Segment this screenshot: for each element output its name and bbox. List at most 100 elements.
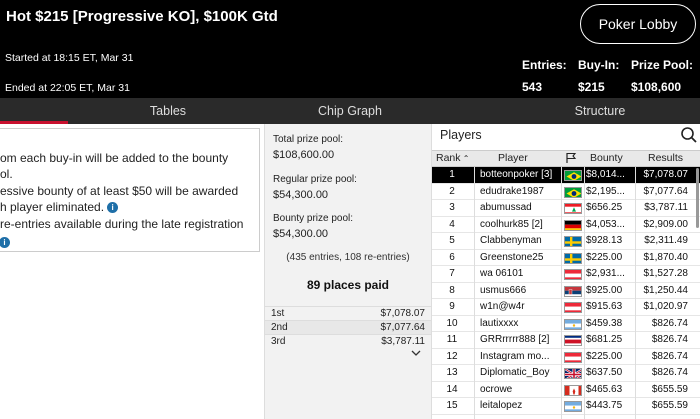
players-scrollbar[interactable] (696, 168, 699, 228)
tab-chip-graph[interactable]: Chip Graph (268, 98, 432, 124)
player-row[interactable]: 10 lautixxxx $459.38 $826.74 (432, 315, 700, 332)
player-name: w1n@w4r (480, 301, 525, 312)
prizepool-value: $108,600 (631, 80, 682, 94)
info-line-1: om each buy-in will be added to the boun… (0, 151, 229, 165)
poker-lobby-button[interactable]: Poker Lobby (580, 4, 696, 44)
places-paid: 89 places paid (306, 278, 390, 292)
payout-amount: $3,787.11 (381, 336, 425, 347)
player-name: Diplomatic_Boy (480, 367, 550, 378)
player-row[interactable]: 15 leitalopez $443.75 $655.59 (432, 398, 700, 415)
player-row[interactable]: 8 usmus666 $925.00 $1,250.44 (432, 282, 700, 299)
entries-note: (435 entries, 108 re-entries) (286, 252, 410, 263)
player-bounty: $681.25 (586, 334, 623, 345)
player-row[interactable]: 9 w1n@w4r $915.63 $1,020.97 (432, 299, 700, 316)
payout-row: 3rd $3,787.11 (265, 334, 431, 348)
flag-column-icon[interactable] (565, 152, 577, 167)
player-row[interactable]: 5 Clabbenyman $928.13 $2,311.49 (432, 233, 700, 250)
players-title: Players (440, 128, 482, 142)
player-row[interactable]: 11 GRRrrrrr888 [2] $681.25 $826.74 (432, 332, 700, 349)
entries-value: 543 (522, 80, 543, 94)
column-divider (635, 167, 636, 419)
player-result: $2,311.49 (644, 235, 688, 246)
prize-pool-panel: Total prize pool: $108,600.00 Regular pr… (264, 124, 432, 419)
player-column-header[interactable]: Player (498, 152, 528, 164)
country-flag-icon (564, 318, 582, 330)
player-result: $826.74 (651, 317, 688, 329)
info-icon[interactable]: i (0, 237, 10, 249)
players-panel: Players Rank ⌃ Player Bounty Results 1 bo… (432, 124, 700, 419)
country-flag-icon (564, 219, 582, 231)
player-result: $1,250.44 (643, 284, 689, 296)
results-column-header[interactable]: Results (648, 152, 683, 164)
player-name: GRRrrrrr888 [2] (480, 334, 550, 345)
player-rank: 5 (449, 235, 455, 246)
player-bounty: $915.63 (586, 301, 623, 312)
tournament-header: Hot $215 [Progressive KO], $100K Gtd Pok… (0, 0, 700, 98)
player-row[interactable]: 2 edudrake1987 $2,195... $7,077.64 (432, 183, 700, 200)
payout-place: 3rd (271, 336, 286, 347)
player-result: $826.74 (651, 350, 688, 362)
info-line-2: ol. (0, 167, 13, 181)
player-result: $1,870.40 (643, 251, 689, 263)
player-bounty: $225.00 (586, 350, 623, 362)
country-flag-icon (564, 368, 582, 379)
tab-structure[interactable]: Structure (500, 98, 700, 124)
player-result: $1,527.28 (643, 268, 689, 279)
player-rank: 2 (449, 185, 455, 197)
player-result: $1,020.97 (643, 301, 689, 312)
player-bounty: $925.00 (586, 284, 623, 296)
country-flag-icon (564, 236, 582, 247)
player-rank: 12 (446, 350, 458, 362)
player-name: botteonpoker [3] (480, 169, 553, 180)
regular-pool-value: $54,300.00 (273, 189, 329, 201)
player-bounty: $2,931... (586, 268, 625, 279)
player-result: $7,078.07 (643, 169, 689, 180)
player-row[interactable]: 13 Diplomatic_Boy $637.50 $826.74 (432, 365, 700, 382)
entries-label: Entries: (522, 58, 567, 72)
payout-place: 2nd (271, 322, 288, 333)
player-name: coolhurk85 [2] (480, 218, 543, 230)
info-line-5: re-entries available during the late reg… (0, 217, 244, 231)
search-icon[interactable] (680, 126, 698, 144)
tab-bar: Tables Chip Graph Structure (0, 98, 700, 124)
buyin-value: $215 (578, 80, 605, 94)
player-rank: 6 (449, 251, 455, 263)
player-rank: 7 (449, 268, 455, 279)
info-line-6: i (0, 235, 10, 249)
player-rank: 13 (446, 367, 458, 378)
payout-amount: $7,077.64 (380, 322, 426, 333)
player-row[interactable]: 12 Instagram mo... $225.00 $826.74 (432, 348, 700, 365)
player-rank: 14 (446, 383, 458, 395)
country-flag-icon (564, 401, 582, 412)
country-flag-icon (564, 384, 582, 396)
player-result: $826.74 (651, 334, 688, 345)
player-bounty: $225.00 (586, 251, 623, 263)
bounty-info-card: om each buy-in will be added to the boun… (0, 128, 260, 252)
info-icon[interactable]: i (107, 202, 119, 214)
tab-tables[interactable]: Tables (68, 98, 268, 124)
player-row[interactable]: 7 wa 06101 $2,931... $1,527.28 (432, 266, 700, 283)
tournament-title: Hot $215 [Progressive KO], $100K Gtd (6, 8, 278, 25)
total-pool-value: $108,600.00 (273, 149, 335, 161)
rank-column-header[interactable]: Rank ⌃ (436, 152, 469, 164)
bounty-column-header[interactable]: Bounty (590, 152, 623, 164)
payout-place: 1st (271, 308, 285, 319)
payout-amount: $7,078.07 (380, 308, 426, 319)
main-content: om each buy-in will be added to the boun… (0, 124, 700, 419)
player-row[interactable]: 3 abumussad $656.25 $3,787.11 (432, 200, 700, 217)
player-rank: 15 (446, 400, 458, 411)
country-flag-icon (564, 252, 582, 264)
sort-up-icon: ⌃ (460, 154, 470, 163)
player-row[interactable]: 14 ocrowe $465.63 $655.59 (432, 381, 700, 398)
expand-payouts-icon[interactable] (411, 349, 421, 359)
player-row[interactable]: 4 coolhurk85 [2] $4,053... $2,909.00 (432, 216, 700, 233)
country-flag-icon (564, 335, 582, 346)
prizepool-label: Prize Pool: (631, 58, 694, 72)
player-bounty: $656.25 (586, 202, 623, 213)
player-name: ocrowe (480, 383, 513, 395)
player-row[interactable]: 6 Greenstone25 $225.00 $1,870.40 (432, 249, 700, 266)
column-divider (561, 167, 562, 419)
regular-pool-label: Regular prize pool: (273, 174, 357, 185)
player-row[interactable]: 1 botteonpoker [3] $8,014... $7,078.07 (432, 167, 700, 184)
rank-header-label: Rank (436, 152, 461, 164)
